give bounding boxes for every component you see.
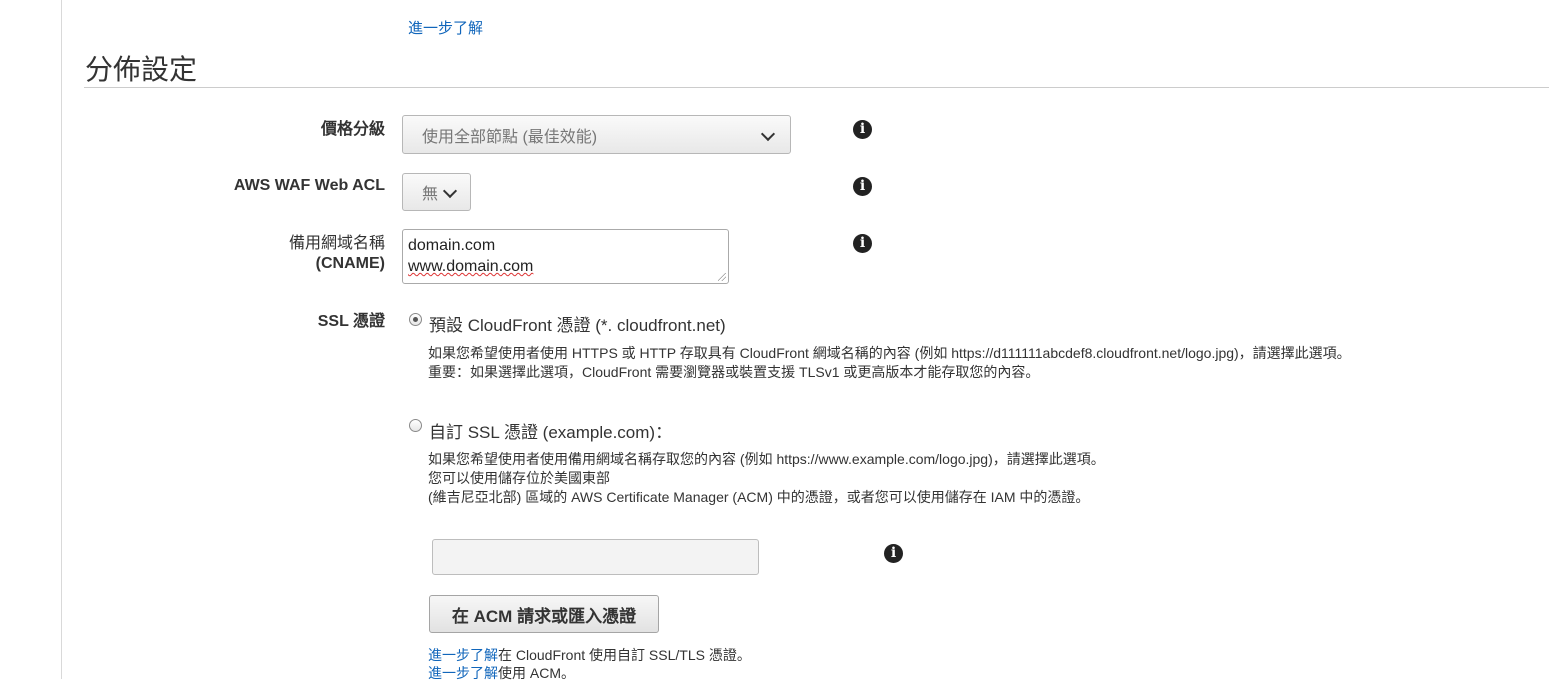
waf-select[interactable]: 無 xyxy=(402,173,471,211)
learn-more-ssl-text: 在 CloudFront 使用自訂 SSL/TLS 憑證。 xyxy=(498,647,751,663)
chevron-down-icon xyxy=(760,126,776,142)
learn-more-acm-line: 進一步了解使用 ACM。 xyxy=(428,663,575,683)
cname-value-line1: domain.com xyxy=(408,237,496,254)
chevron-down-icon xyxy=(442,183,458,199)
ssl-label: SSL 憑證 xyxy=(317,313,385,330)
section-divider xyxy=(84,87,1549,88)
cname-label: 備用網域名稱 (CNAME) xyxy=(289,234,385,274)
info-icon[interactable]: i xyxy=(853,234,872,253)
learn-more-ssl-line: 進一步了解在 CloudFront 使用自訂 SSL/TLS 憑證。 xyxy=(428,645,751,665)
resize-grip-icon[interactable] xyxy=(718,273,726,281)
info-icon[interactable]: i xyxy=(884,544,903,563)
cname-value-line2: www.domain.com xyxy=(408,258,534,275)
ssl-custom-desc-line1: 如果您希望使用者使用備用網域名稱存取您的內容 (例如 https://www.e… xyxy=(428,451,1105,467)
ssl-custom-desc-line3: (維吉尼亞北部) 區域的 AWS Certificate Manager (AC… xyxy=(428,489,1090,505)
certificate-input[interactable] xyxy=(432,539,759,575)
ssl-custom-label[interactable]: 自訂 SSL 憑證 (example.com)： xyxy=(429,418,672,443)
cname-textarea[interactable]: domain.com www.domain.com xyxy=(402,229,729,284)
ssl-default-desc-line2: 重要：如果選擇此選項，CloudFront 需要瀏覽器或裝置支援 TLSv1 或… xyxy=(428,364,1040,380)
waf-label: AWS WAF Web ACL xyxy=(233,177,385,194)
ssl-custom-radio[interactable] xyxy=(409,419,422,432)
price-class-select[interactable]: 使用全部節點 (最佳效能) xyxy=(402,115,791,154)
ssl-custom-description: 如果您希望使用者使用備用網域名稱存取您的內容 (例如 https://www.e… xyxy=(428,450,1105,507)
price-class-value: 使用全部節點 (最佳效能) xyxy=(422,128,598,146)
acm-request-import-button[interactable]: 在 ACM 請求或匯入憑證 xyxy=(429,595,659,633)
ssl-custom-desc-line2: 您可以使用儲存位於美國東部 xyxy=(428,470,610,486)
ssl-default-desc-line1: 如果您希望使用者使用 HTTPS 或 HTTP 存取具有 CloudFront … xyxy=(428,345,1351,361)
ssl-default-label[interactable]: 預設 CloudFront 憑證 (*. cloudfront.net) xyxy=(429,311,726,336)
ssl-default-description: 如果您希望使用者使用 HTTPS 或 HTTP 存取具有 CloudFront … xyxy=(428,344,1351,382)
price-class-label: 價格分級 xyxy=(320,121,385,138)
info-icon[interactable]: i xyxy=(853,177,872,196)
learn-more-link-top[interactable]: 進一步了解 xyxy=(408,17,483,38)
learn-more-ssl-link[interactable]: 進一步了解 xyxy=(428,647,498,663)
waf-value: 無 xyxy=(422,186,439,203)
cname-label-line1: 備用網域名稱 xyxy=(288,235,385,252)
info-icon[interactable]: i xyxy=(853,120,872,139)
section-title: 分佈設定 xyxy=(85,53,198,86)
ssl-default-radio[interactable] xyxy=(409,313,422,326)
left-border xyxy=(61,0,62,679)
cname-label-line2: (CNAME) xyxy=(315,255,385,272)
